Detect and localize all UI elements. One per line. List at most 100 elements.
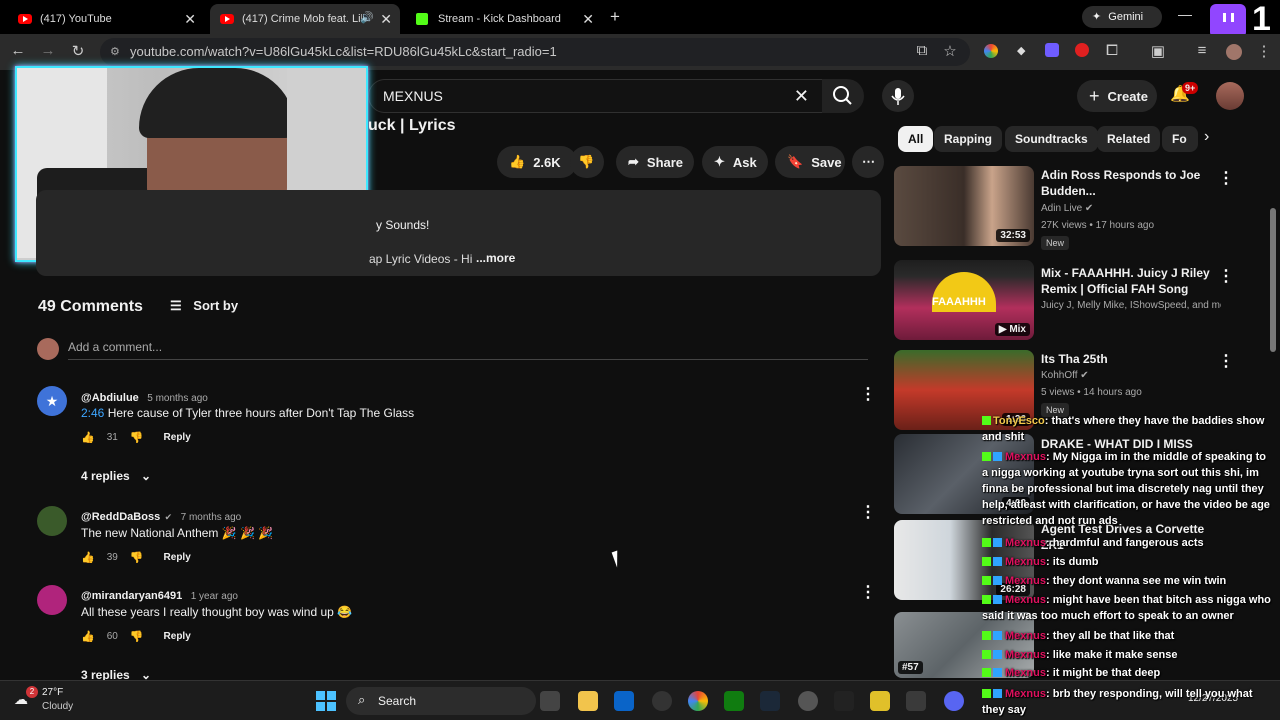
comment-author[interactable]: @mirandaryan6491 bbox=[81, 590, 182, 602]
notifications-button[interactable]: 🔔 9+ bbox=[1170, 82, 1199, 108]
chevron-right-icon[interactable]: › bbox=[1204, 128, 1209, 146]
close-tab-icon[interactable]: ✕ bbox=[582, 11, 594, 28]
comment-menu-icon[interactable]: ⋮ bbox=[860, 502, 876, 522]
forward-icon[interactable]: → bbox=[38, 42, 58, 59]
minimize-icon[interactable]: — bbox=[1178, 6, 1192, 22]
channel-name[interactable]: KohhOff ✔ bbox=[1041, 370, 1089, 381]
chip-rapping[interactable]: Rapping bbox=[934, 126, 1002, 152]
extensions-puzzle-icon[interactable]: ⧠ bbox=[1102, 42, 1122, 59]
channel-name[interactable]: Juicy J, Melly Mike, IShowSpeed, and mo.… bbox=[1041, 300, 1221, 311]
account-avatar[interactable] bbox=[1216, 82, 1244, 110]
like-button[interactable]: 👍 2.6K bbox=[497, 146, 577, 178]
thumbs-up-icon[interactable]: 👍 bbox=[81, 630, 95, 643]
thumbs-down-icon[interactable]: 👎 bbox=[130, 630, 144, 643]
xbox-icon[interactable] bbox=[724, 691, 744, 711]
chip-related[interactable]: Related bbox=[1097, 126, 1161, 152]
tab-youtube-home[interactable]: (417) YouTube ✕ bbox=[8, 4, 204, 34]
reading-list-icon[interactable]: ≡ bbox=[1192, 42, 1212, 59]
extension-color-icon[interactable] bbox=[984, 44, 998, 58]
weather-widget[interactable]: ☁ 2 27°F Cloudy bbox=[14, 685, 104, 717]
clear-search-icon[interactable]: ✕ bbox=[794, 80, 809, 112]
tab-crime-mob[interactable]: (417) Crime Mob feat. Lil Sc 🔊 ✕ bbox=[210, 4, 400, 34]
sort-by-button[interactable]: ☰ Sort by bbox=[170, 298, 238, 314]
share-button[interactable]: ➦ Share bbox=[616, 146, 694, 178]
create-button[interactable]: + Create bbox=[1077, 80, 1157, 112]
video-thumbnail[interactable]: FAAAHHH ▶ Mix bbox=[894, 260, 1034, 340]
site-info-icon[interactable]: ⚙ bbox=[110, 38, 120, 66]
epic-games-icon[interactable] bbox=[834, 691, 854, 711]
comment-time[interactable]: 1 year ago bbox=[191, 591, 238, 602]
video-title[interactable]: Mix - FAAAHHH. Juicy J Riley Remix | Off… bbox=[1041, 265, 1221, 297]
more-link[interactable]: ...more bbox=[476, 251, 515, 265]
url-field[interactable]: ⚙ youtube.com/watch?v=U86lGu45kLc&list=R… bbox=[100, 38, 970, 66]
video-title[interactable]: Adin Ross Responds to Joe Budden... bbox=[1041, 167, 1221, 199]
app-icon[interactable] bbox=[870, 691, 890, 711]
chip-more[interactable]: Fo bbox=[1162, 126, 1198, 152]
store-icon[interactable] bbox=[614, 691, 634, 711]
new-tab-icon[interactable]: + bbox=[610, 7, 620, 27]
channel-name[interactable]: Adin Live ✔ bbox=[1041, 203, 1093, 214]
app-icon[interactable] bbox=[652, 691, 672, 711]
profile-avatar[interactable] bbox=[1226, 44, 1242, 60]
thumbs-down-icon[interactable]: 👎 bbox=[130, 431, 144, 444]
add-comment-input[interactable]: Add a comment... bbox=[68, 340, 868, 360]
video-title: uck | Lyrics bbox=[368, 117, 456, 134]
recommendation-item[interactable]: 32:53 Adin Ross Responds to Joe Budden..… bbox=[894, 166, 1254, 256]
chip-soundtracks[interactable]: Soundtracks bbox=[1005, 126, 1098, 152]
close-tab-icon[interactable]: ✕ bbox=[380, 11, 392, 28]
thumbs-down-icon[interactable]: 👎 bbox=[130, 551, 144, 564]
task-view-icon[interactable] bbox=[540, 691, 560, 711]
speaker-icon[interactable]: 🔊 bbox=[360, 11, 374, 24]
ask-button[interactable]: ✦ Ask bbox=[702, 146, 768, 178]
windows-start-icon[interactable] bbox=[316, 691, 336, 711]
more-actions-button[interactable]: ⋯ bbox=[852, 146, 884, 178]
close-tab-icon[interactable]: ✕ bbox=[184, 11, 196, 28]
app-icon[interactable] bbox=[798, 691, 818, 711]
discord-icon[interactable] bbox=[944, 691, 964, 711]
file-explorer-icon[interactable] bbox=[578, 691, 598, 711]
extension-shield-icon[interactable] bbox=[1045, 43, 1059, 57]
bookmark-star-icon[interactable]: ☆ bbox=[940, 42, 960, 60]
comment-author[interactable]: @ReddDaBoss bbox=[81, 511, 160, 523]
comment-time[interactable]: 7 months ago bbox=[181, 512, 242, 523]
dislike-button[interactable]: 👎 bbox=[570, 146, 604, 178]
description-box[interactable]: y Sounds! ap Lyric Videos - Hi ...more bbox=[36, 190, 881, 276]
save-button[interactable]: 🔖 Save bbox=[775, 146, 845, 178]
taskbar-search[interactable]: ⌕ Search bbox=[346, 687, 536, 715]
video-thumbnail[interactable]: 32:53 bbox=[894, 166, 1034, 246]
app-icon[interactable] bbox=[906, 691, 926, 711]
tab-kick-dashboard[interactable]: Stream - Kick Dashboard ✕ bbox=[406, 4, 602, 34]
browser-menu-icon[interactable]: ⋮ bbox=[1254, 42, 1274, 60]
thumbs-up-icon[interactable]: 👍 bbox=[81, 431, 95, 444]
reload-icon[interactable]: ↻ bbox=[68, 42, 88, 60]
steam-icon[interactable] bbox=[760, 691, 780, 711]
comment-menu-icon[interactable]: ⋮ bbox=[860, 384, 876, 404]
comment-time[interactable]: 5 months ago bbox=[147, 393, 208, 404]
gemini-button[interactable]: ✦ Gemini bbox=[1082, 6, 1162, 28]
comment-author[interactable]: @Abdiulue bbox=[81, 392, 139, 404]
video-menu-icon[interactable]: ⋮ bbox=[1218, 168, 1234, 188]
reply-button[interactable]: Reply bbox=[164, 631, 191, 642]
extension-diamond-icon[interactable]: ◆ bbox=[1017, 44, 1025, 57]
chrome-icon[interactable] bbox=[688, 691, 708, 711]
replies-toggle[interactable]: 4 replies ⌄ bbox=[81, 469, 151, 483]
install-icon[interactable]: ⧉ bbox=[912, 42, 932, 59]
recommendation-item[interactable]: FAAAHHH ▶ Mix Mix - FAAAHHH. Juicy J Ril… bbox=[894, 260, 1254, 346]
sidebar-icon[interactable]: ▣ bbox=[1148, 42, 1168, 60]
video-menu-icon[interactable]: ⋮ bbox=[1218, 351, 1234, 371]
thumbs-up-icon[interactable]: 👍 bbox=[81, 551, 95, 564]
extension-red-icon[interactable] bbox=[1075, 43, 1089, 57]
chip-all[interactable]: All bbox=[898, 126, 934, 152]
search-button[interactable] bbox=[822, 79, 864, 113]
voice-search-button[interactable] bbox=[882, 80, 914, 112]
video-menu-icon[interactable]: ⋮ bbox=[1218, 266, 1234, 286]
comment-menu-icon[interactable]: ⋮ bbox=[860, 582, 876, 602]
search-input[interactable]: MEXNUS ✕ bbox=[368, 79, 828, 113]
reply-button[interactable]: Reply bbox=[164, 432, 191, 443]
timestamp-link[interactable]: 2:46 bbox=[81, 406, 104, 420]
page-scrollbar[interactable] bbox=[1270, 208, 1276, 352]
back-icon[interactable]: ← bbox=[8, 42, 28, 59]
chat-username: Mexnus bbox=[1005, 630, 1046, 642]
reply-button[interactable]: Reply bbox=[164, 552, 191, 563]
video-title[interactable]: Its Tha 25th bbox=[1041, 351, 1221, 367]
